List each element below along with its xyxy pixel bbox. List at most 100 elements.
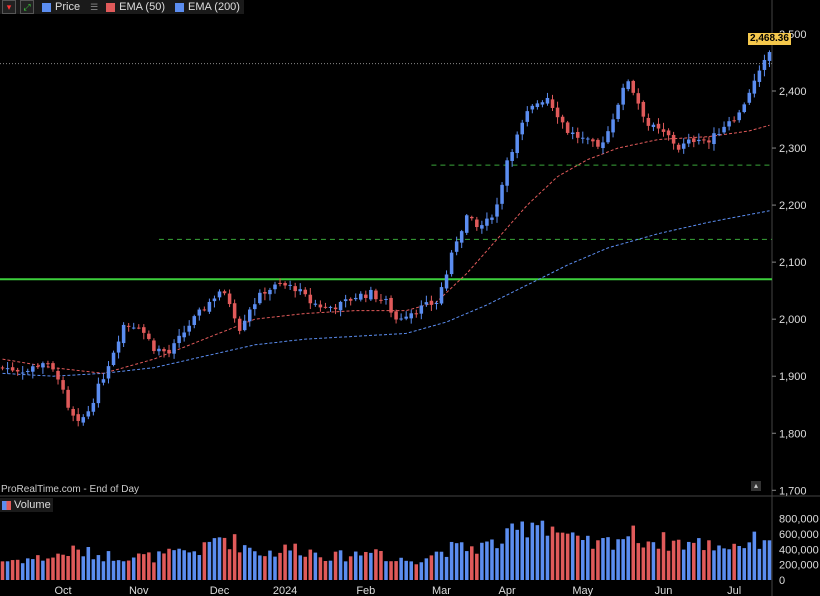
candle-body [348,298,353,301]
candle-body [520,122,525,135]
volume-bar [697,538,701,580]
volume-bar [86,547,91,580]
candle-body [490,217,494,220]
x-tick-label: Jun [655,585,673,596]
volume-bar [389,561,393,580]
candle-body [480,225,484,229]
volume-bar [91,559,96,580]
volume-bar [232,534,237,580]
candle-body [273,284,277,290]
volume-bar [192,551,197,580]
x-tick-label: Mar [432,585,451,596]
volume-bar [217,537,222,580]
volume-bar [172,550,176,580]
volume-bar [550,526,555,580]
candle-body [747,92,752,103]
candle-body [71,408,75,416]
volume-bar [490,539,494,580]
collapse-arrow-icon[interactable]: ▾ [2,0,16,14]
candle-body [25,370,30,372]
volume-bar [323,561,328,580]
candle-body [263,292,267,294]
volume-bar [36,555,40,580]
candle-body [86,411,91,417]
candle-body [732,120,736,122]
volume-bar [676,539,681,580]
candle-body [152,340,156,352]
volume-swatch [2,500,11,510]
candle-body [535,103,540,108]
candle-body [510,152,514,161]
candle-body [283,283,287,286]
candle-body [202,309,207,311]
volume-bar [661,532,666,580]
candle-body [172,343,176,354]
candle-body [631,80,636,93]
candle-body [384,298,388,300]
volume-bar [273,556,277,580]
volume-bar [25,558,30,580]
volume-bar [369,552,373,580]
ema50-swatch [106,2,116,12]
volume-bar [737,545,741,580]
candle-body [212,298,217,302]
ema50-legend-label: EMA (50) [119,1,165,13]
volume-tick-label: 600,000 [779,529,819,541]
volume-bar [379,550,383,580]
volume-bar [520,521,525,580]
volume-bar [247,547,252,580]
menu-icon[interactable]: ☰ [90,2,98,13]
price-swatch [42,2,51,12]
volume-bar [126,560,131,580]
volume-bar [560,532,565,580]
volume-bar [636,543,641,580]
volume-bar [253,551,257,580]
volume-bar [207,541,212,580]
volume-bar [152,562,156,580]
volume-bar [293,543,297,580]
candle-body [676,144,681,150]
volume-bar [464,551,469,580]
candle-body [404,316,408,319]
volume-bar [752,531,757,580]
candle-body [157,348,161,352]
candle-body [389,297,393,313]
chart-credit: ProRealTime.com - End of Day [1,484,140,495]
volume-bar [439,551,444,580]
price-chart: 2,5002,4002,3002,2002,1002,0001,9001,800… [0,0,820,596]
expand-arrow-icon[interactable]: ⤢ [20,0,34,14]
volume-bar [540,520,545,580]
volume-bar [76,549,80,580]
y-tick-label: 2,300 [779,143,807,155]
candle-body [162,349,166,352]
volume-bar [136,553,141,580]
volume-bar [364,551,368,580]
volume-bar [722,548,726,580]
volume-bar [15,559,20,580]
candle-body [424,302,429,305]
volume-bar [505,528,509,580]
candle-body [601,142,605,149]
candle-body [288,284,292,286]
candle-body [106,366,111,379]
candle-body [575,132,580,138]
candle-body [5,368,10,370]
candle-body [91,402,96,412]
candle-body [702,139,706,141]
candle-body [15,369,20,372]
candle-body [475,219,479,228]
candle-body [525,111,530,122]
candle-body [419,305,424,314]
candle-body [692,138,696,143]
volume-bar [187,552,191,580]
volume-bar [459,542,464,580]
candle-body [722,126,726,133]
volume-bar [162,553,166,580]
candle-body [656,123,661,129]
volume-bar [333,551,338,580]
volume-bar [591,548,595,580]
candle-body [550,99,555,108]
scroll-icon[interactable]: ▴ [751,481,761,491]
volume-tick-label: 400,000 [779,544,819,556]
volume-bar [656,548,661,580]
